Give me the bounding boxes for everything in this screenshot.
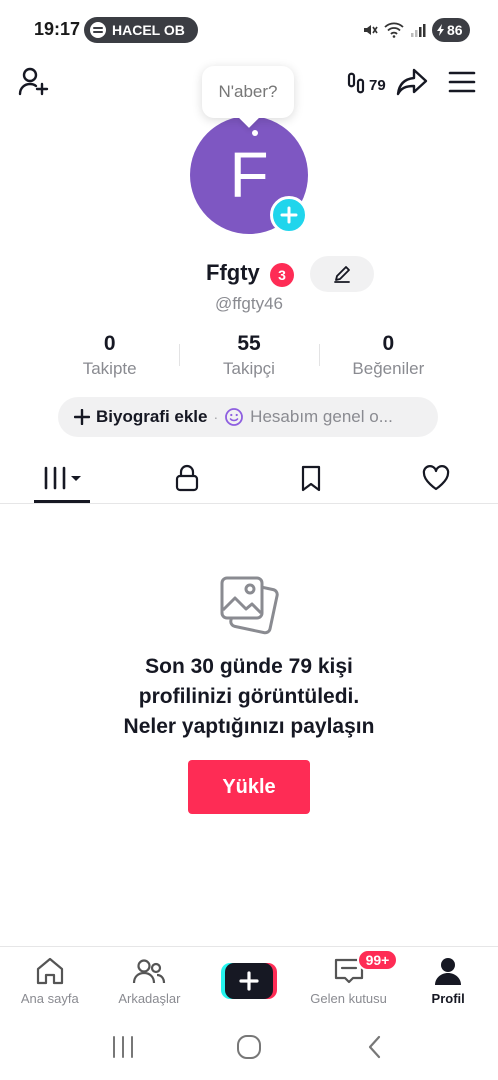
home-icon [36, 957, 63, 985]
stat-value: 0 [382, 332, 395, 355]
inbox-badge: 99+ [356, 949, 399, 971]
notification-badge: 3 [270, 263, 294, 287]
recent-apps-icon [113, 1036, 133, 1058]
nav-friends[interactable]: Arkadaşlar [100, 947, 200, 1012]
avatar-letter: F [229, 139, 269, 211]
empty-state-line: Neler yaptığınızı paylaşın [123, 715, 375, 738]
add-story-button[interactable] [270, 196, 308, 234]
tab-liked[interactable] [374, 452, 498, 503]
media-playing-pill[interactable]: HACEL OB [84, 17, 198, 43]
profile-icon [435, 958, 462, 985]
nav-home[interactable]: Ana sayfa [0, 947, 100, 1012]
plus-icon [280, 206, 298, 224]
nav-friends-label: Arkadaşlar [118, 991, 181, 1006]
add-friend-button[interactable] [14, 62, 54, 102]
bubble-indicator-dot [252, 130, 258, 136]
add-friend-icon [18, 67, 49, 96]
add-bio-button[interactable]: Biyografi ekle · Hesabım genel o... [58, 397, 438, 437]
grid-icon [44, 466, 82, 489]
share-profile-button[interactable] [392, 62, 432, 102]
profile-handle: @ffgty46 [215, 294, 283, 313]
gallery-icon [216, 572, 280, 636]
profile-visitors-button[interactable]: 79 [346, 66, 386, 96]
add-bio-label: Biyografi ekle [96, 407, 208, 426]
bio-separator: · [213, 409, 219, 425]
nav-create[interactable] [199, 947, 299, 1012]
profile-name: Ffgty [206, 260, 260, 285]
nav-home-label: Ana sayfa [20, 991, 79, 1006]
pencil-icon [334, 266, 350, 283]
battery-indicator: 86 [432, 18, 470, 42]
menu-button[interactable] [442, 62, 482, 102]
account-privacy-hint: Hesabım genel o... [250, 407, 393, 426]
plus-icon [239, 971, 259, 991]
status-bubble-text: N'aber? [218, 82, 278, 101]
signal-icon [408, 20, 428, 40]
spotify-icon [90, 22, 106, 38]
visitors-count: 79 [369, 77, 386, 94]
friends-icon [133, 959, 166, 984]
plus-icon [74, 409, 90, 425]
smiley-icon [225, 408, 244, 426]
nav-profile[interactable]: Profil [398, 947, 498, 1012]
bottom-navigation: Ana sayfa Arkadaşlar 99+ Gelen kutusu Pr… [0, 946, 498, 1012]
tab-videos[interactable] [0, 452, 125, 503]
battery-level: 86 [447, 22, 463, 38]
profile-stats: 0 Takipte 55 Takipçi 0 Beğeniler [40, 332, 458, 380]
system-navigation-bar [0, 1014, 498, 1080]
stat-following[interactable]: 0 Takipte [40, 332, 179, 380]
stat-label: Takipte [82, 359, 137, 378]
create-button[interactable] [220, 963, 277, 999]
name-row: Ffgty 3 [0, 256, 498, 292]
recent-apps-button[interactable] [103, 1027, 143, 1067]
stat-likes[interactable]: 0 Beğeniler [318, 332, 458, 380]
bookmark-icon [302, 465, 321, 491]
mute-icon [360, 20, 380, 40]
status-icons: 86 [360, 17, 470, 43]
stat-label: Beğeniler [352, 359, 425, 378]
home-circle-icon [237, 1035, 261, 1059]
home-system-button[interactable] [229, 1027, 269, 1067]
stat-value: 0 [103, 332, 116, 355]
nav-profile-label: Profil [431, 991, 465, 1006]
wifi-icon [384, 20, 404, 40]
media-pill-text: HACEL OB [112, 22, 185, 38]
empty-state-message: Son 30 günde 79 kişi profilinizi görüntü… [30, 652, 468, 742]
content-tabs [0, 452, 498, 504]
empty-state-line: Son 30 günde 79 kişi [145, 655, 353, 678]
stat-value: 55 [237, 332, 261, 355]
upload-button[interactable]: Yükle [188, 760, 310, 814]
nav-inbox-label: Gelen kutusu [310, 991, 387, 1006]
charging-icon [437, 24, 444, 36]
status-time: 19:17 [34, 19, 81, 39]
back-icon [368, 1035, 381, 1059]
profile-visitors-icon [347, 72, 365, 94]
back-button[interactable] [355, 1027, 395, 1067]
menu-icon [448, 71, 476, 93]
lock-icon [175, 464, 198, 491]
share-icon [396, 68, 428, 96]
heart-icon [422, 464, 449, 490]
status-bar: 19:17 HACEL OB 86 [0, 0, 498, 58]
stat-label: Takipçi [223, 359, 275, 378]
edit-profile-button[interactable] [310, 256, 374, 292]
tab-private[interactable] [125, 452, 250, 503]
empty-state-line: profilinizi görüntüledi. [138, 685, 360, 708]
nav-inbox[interactable]: 99+ Gelen kutusu [299, 947, 399, 1012]
tab-saved[interactable] [249, 452, 374, 503]
status-bubble[interactable]: N'aber? [202, 66, 294, 118]
stat-followers[interactable]: 55 Takipçi [179, 332, 318, 380]
